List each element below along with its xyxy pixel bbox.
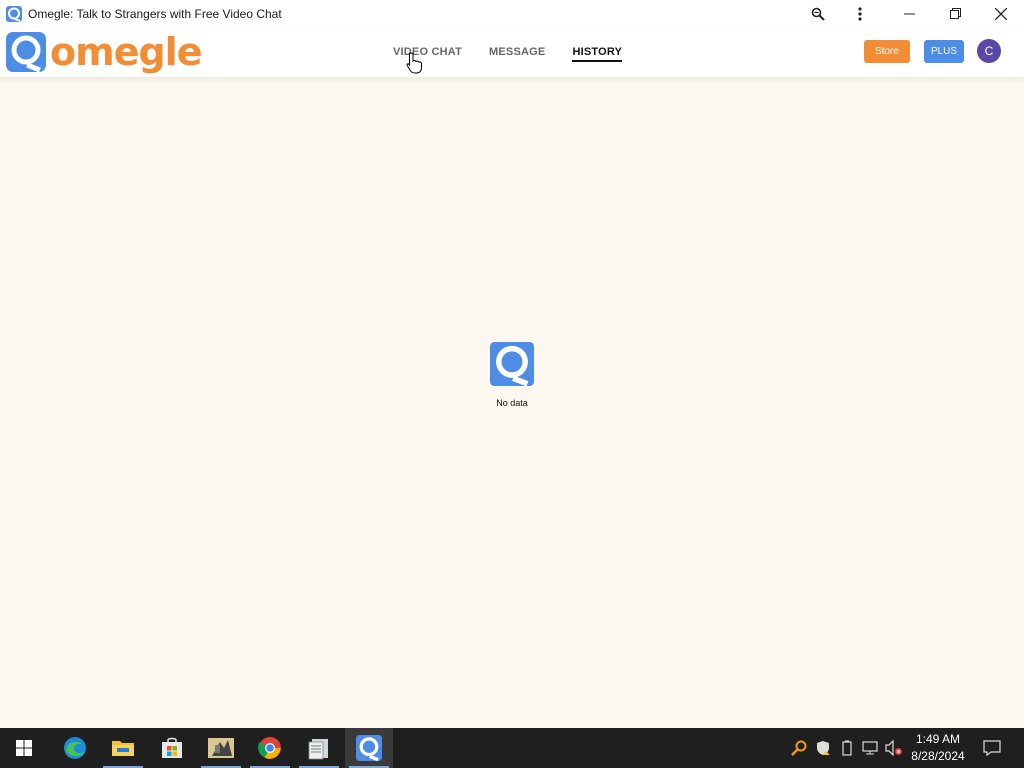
omegle-empty-icon — [490, 342, 534, 386]
zoom-icon[interactable] — [796, 0, 840, 27]
system-clock[interactable]: 1:49 AM 8/28/2024 — [904, 731, 972, 765]
clock-time: 1:49 AM — [915, 732, 961, 746]
volume-muted-icon[interactable] — [884, 738, 904, 758]
window-title: Omegle: Talk to Strangers with Free Vide… — [28, 6, 282, 21]
user-avatar[interactable]: C — [977, 39, 1001, 63]
security-shield-icon[interactable] — [813, 738, 833, 758]
taskbar: 1:49 AM 8/28/2024 — [0, 728, 1024, 768]
omegle-app-icon — [6, 5, 22, 22]
nav-history[interactable]: HISTORY — [572, 42, 622, 62]
app-icon[interactable] — [197, 728, 245, 768]
nav-message[interactable]: MESSAGE — [489, 42, 545, 62]
more-options-icon[interactable] — [840, 0, 880, 27]
network-icon[interactable] — [860, 738, 880, 758]
plus-button[interactable]: PLUS — [924, 40, 964, 63]
nav-video-chat[interactable]: VIDEO CHAT — [393, 42, 462, 62]
empty-state: No data — [462, 342, 562, 408]
chrome-icon[interactable] — [246, 728, 294, 768]
notification-icon[interactable] — [978, 728, 1006, 768]
start-icon[interactable] — [0, 728, 48, 768]
main-nav: VIDEO CHAT MESSAGE HISTORY — [393, 27, 649, 77]
omegle-taskbar-icon[interactable] — [345, 728, 393, 768]
battery-icon[interactable] — [837, 738, 857, 758]
app-header: omegle VIDEO CHAT MESSAGE HISTORY Store … — [0, 27, 1024, 77]
logo-text: omegle — [50, 30, 202, 74]
close-icon[interactable] — [978, 0, 1024, 27]
omegle-logo-icon — [6, 32, 46, 72]
clock-date: 8/28/2024 — [911, 749, 965, 763]
window-title-bar: Omegle: Talk to Strangers with Free Vide… — [0, 0, 1024, 27]
omegle-logo[interactable]: omegle — [6, 30, 202, 74]
notepad-icon[interactable] — [295, 728, 343, 768]
store-icon[interactable] — [148, 728, 196, 768]
minimize-icon[interactable] — [886, 0, 932, 27]
store-button[interactable]: Store — [864, 40, 910, 63]
edge-icon[interactable] — [51, 728, 99, 768]
restore-icon[interactable] — [932, 0, 978, 27]
empty-state-text: No data — [496, 398, 528, 408]
file-explorer-icon[interactable] — [99, 728, 147, 768]
hand-cursor-icon — [406, 52, 422, 74]
search-tray-icon[interactable] — [789, 738, 809, 758]
